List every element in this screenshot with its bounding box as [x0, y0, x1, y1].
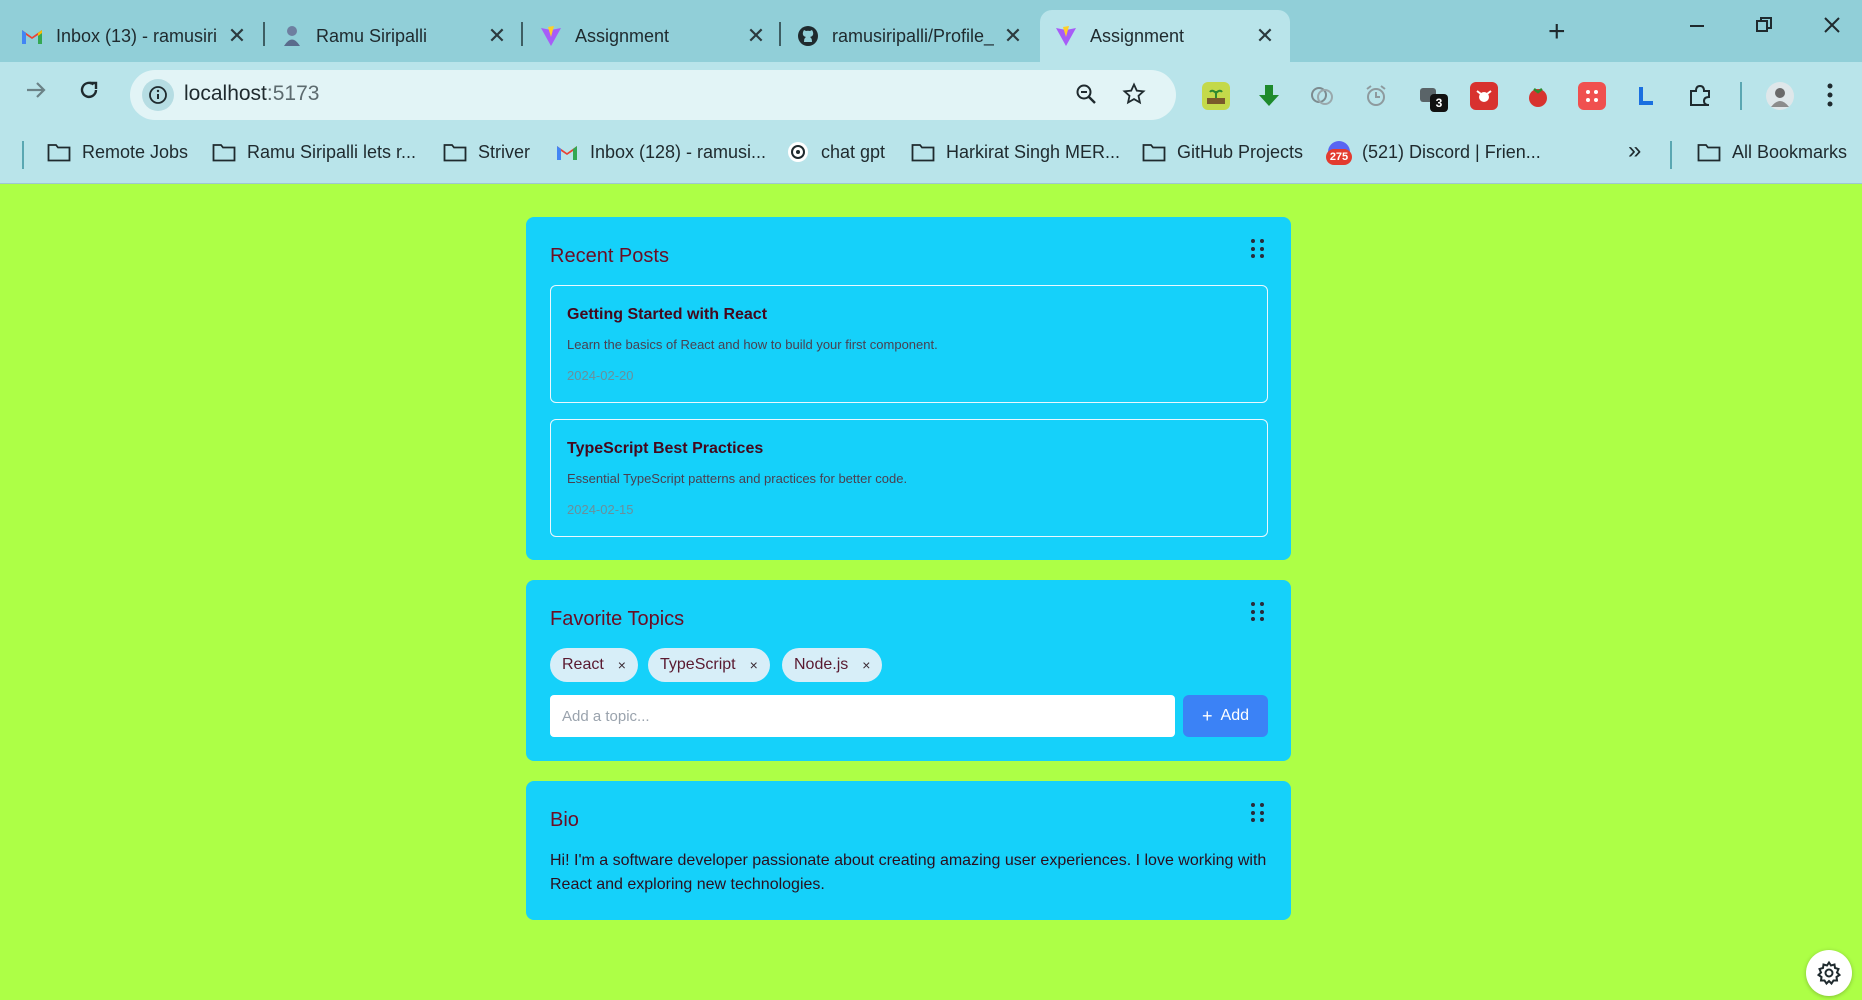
folder-icon — [1141, 141, 1167, 163]
profile-avatar-icon[interactable] — [1766, 82, 1794, 110]
tab-divider — [263, 22, 265, 46]
vite-icon — [539, 24, 563, 48]
drag-handle-icon[interactable] — [1251, 803, 1265, 823]
topic-chip-typescript: TypeScript × — [648, 648, 770, 682]
openai-icon — [785, 141, 811, 163]
card-title: Favorite Topics — [550, 608, 685, 630]
post-item[interactable]: TypeScript Best Practices Essential Type… — [550, 419, 1268, 537]
extension-download-icon[interactable] — [1255, 82, 1283, 110]
add-topic-button[interactable]: + Add — [1183, 695, 1268, 737]
topic-chip-nodejs: Node.js × — [782, 648, 883, 682]
extension-badge-icon[interactable]: 3 — [1416, 82, 1448, 112]
bookmark-remote-jobs[interactable]: Remote Jobs — [46, 141, 188, 163]
toolbar-divider — [1740, 82, 1742, 110]
all-bookmarks-button[interactable]: All Bookmarks — [1696, 141, 1847, 163]
close-icon[interactable]: ✕ — [486, 23, 508, 49]
folder-icon — [442, 141, 468, 163]
extension-alarm-icon[interactable] — [1362, 82, 1390, 110]
browser-toolbar: localhost:5173 3 — [0, 62, 1862, 129]
tab-divider — [521, 22, 523, 46]
remove-topic-icon[interactable]: × — [862, 657, 870, 673]
bookmark-ramu-siripalli[interactable]: Ramu Siripalli lets r... — [211, 141, 416, 163]
close-icon[interactable]: ✕ — [1002, 23, 1024, 49]
card-title: Bio — [550, 809, 579, 831]
extension-bubbles-icon[interactable] — [1308, 82, 1336, 110]
browser-menu-icon[interactable] — [1826, 82, 1834, 113]
bookmark-star-icon[interactable] — [1122, 82, 1146, 111]
vite-icon — [1054, 24, 1078, 48]
minimize-button[interactable] — [1688, 14, 1706, 40]
tab-assignment[interactable]: Assignment ✕ — [525, 10, 781, 62]
extension-plant-icon[interactable] — [1202, 82, 1230, 110]
github-icon — [796, 24, 820, 48]
folder-icon — [211, 141, 237, 163]
extension-grid-icon[interactable] — [1578, 82, 1606, 110]
address-bar[interactable]: localhost:5173 — [130, 70, 1176, 120]
bookmarks-bar: Remote Jobs Ramu Siripalli lets r... Str… — [0, 129, 1862, 184]
page-viewport: Recent Posts Getting Started with React … — [0, 184, 1862, 1000]
reload-icon[interactable] — [77, 78, 101, 109]
post-date: 2024-02-20 — [567, 368, 634, 383]
browser-tab-strip: Inbox (13) - ramusiripalli2 ✕ Ramu Sirip… — [0, 0, 1862, 62]
remove-topic-icon[interactable]: × — [750, 657, 758, 673]
discord-icon: 275 — [1326, 141, 1352, 165]
gmail-icon — [20, 24, 44, 48]
drag-handle-icon[interactable] — [1251, 602, 1265, 622]
close-icon[interactable]: ✕ — [1254, 23, 1276, 49]
folder-icon — [910, 141, 936, 163]
bookmark-github-projects[interactable]: GitHub Projects — [1141, 141, 1303, 163]
topic-chip-react: React × — [550, 648, 638, 682]
extension-tomato-icon[interactable] — [1524, 82, 1552, 110]
post-title: TypeScript Best Practices — [567, 440, 764, 457]
post-title: Getting Started with React — [567, 306, 768, 323]
close-icon[interactable]: ✕ — [226, 23, 248, 49]
bookmark-discord[interactable]: 275 (521) Discord | Frien... — [1326, 141, 1541, 165]
extension-bug-icon[interactable] — [1470, 82, 1498, 110]
bookmarks-overflow-chevron-icon[interactable]: » — [1628, 137, 1641, 165]
restore-button[interactable] — [1755, 14, 1773, 40]
card-title: Recent Posts — [550, 245, 669, 267]
post-description: Essential TypeScript patterns and practi… — [567, 471, 908, 486]
post-description: Learn the basics of React and how to bui… — [567, 337, 938, 352]
bookmark-chat-gpt[interactable]: chat gpt — [785, 141, 885, 163]
forward-button[interactable] — [24, 78, 48, 109]
folder-icon — [1696, 141, 1722, 163]
bookmark-divider — [1670, 141, 1672, 169]
zoom-icon[interactable] — [1074, 82, 1098, 111]
post-item[interactable]: Getting Started with React Learn the bas… — [550, 285, 1268, 403]
bookmark-striver[interactable]: Striver — [442, 141, 530, 163]
post-date: 2024-02-15 — [567, 502, 634, 517]
recent-posts-card[interactable]: Recent Posts Getting Started with React … — [526, 217, 1291, 560]
new-tab-button[interactable]: + — [1548, 17, 1566, 47]
site-info-icon[interactable] — [142, 79, 174, 111]
tab-assignment-active[interactable]: Assignment ✕ — [1040, 10, 1290, 62]
tab-divider — [779, 22, 781, 46]
bookmark-gmail-inbox[interactable]: Inbox (128) - ramusi... — [554, 141, 766, 163]
plus-icon: + — [1202, 705, 1213, 726]
bookmark-divider — [22, 141, 24, 169]
settings-gear-icon[interactable] — [1806, 950, 1852, 996]
discord-badge: 275 — [1326, 149, 1352, 165]
tab-ramu-siripalli[interactable]: Ramu Siripalli ✕ — [266, 10, 522, 62]
extension-count-badge: 3 — [1430, 94, 1448, 112]
tab-gmail-inbox[interactable]: Inbox (13) - ramusiripalli2 ✕ — [6, 10, 262, 62]
bio-text: Hi! I'm a software developer passionate … — [550, 852, 1267, 893]
bio-card[interactable]: Bio Hi! I'm a software developer passion… — [526, 781, 1291, 920]
url-text: localhost:5173 — [184, 82, 320, 105]
bookmark-harkirat-singh[interactable]: Harkirat Singh MER... — [910, 141, 1120, 163]
extensions-puzzle-icon[interactable] — [1686, 82, 1714, 110]
close-window-button[interactable] — [1823, 14, 1841, 40]
folder-icon — [46, 141, 72, 163]
favorite-topics-card[interactable]: Favorite Topics React × TypeScript × Nod… — [526, 580, 1291, 761]
drag-handle-icon[interactable] — [1251, 239, 1265, 259]
close-icon[interactable]: ✕ — [745, 23, 767, 49]
remove-topic-icon[interactable]: × — [618, 657, 626, 673]
avatar-icon — [280, 24, 304, 48]
gmail-icon — [554, 141, 580, 163]
extension-l-icon[interactable] — [1632, 82, 1660, 110]
add-topic-input[interactable] — [550, 695, 1175, 737]
tab-github-repo[interactable]: ramusiripalli/Profile_drag ✕ — [782, 10, 1038, 62]
